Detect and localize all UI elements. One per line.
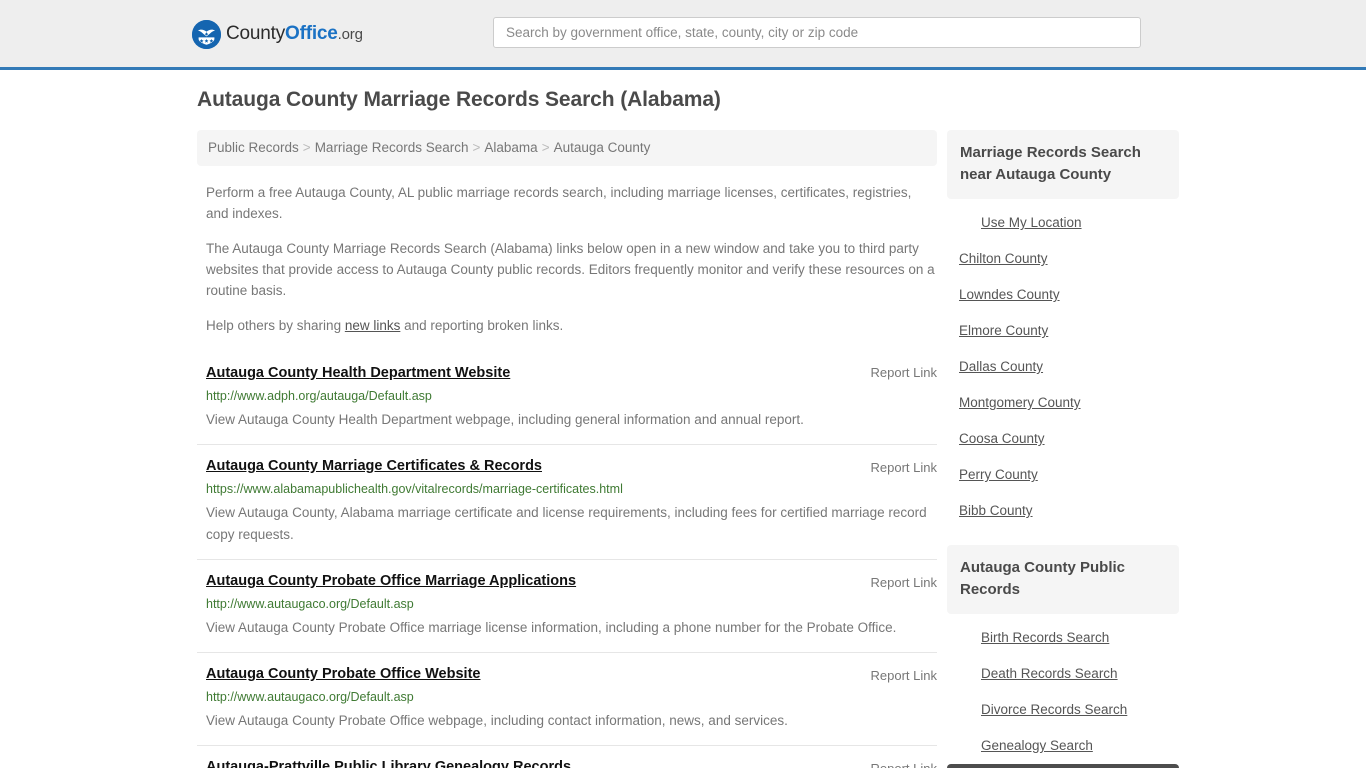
report-link-button[interactable]: Report Link [871,459,937,477]
sidebar-nearby-list: Use My Location Chilton County Lowndes C… [947,199,1179,529]
breadcrumb-item-alabama[interactable]: Alabama [484,140,537,155]
list-item: Elmore County [947,313,1179,349]
breadcrumb-item-autauga-county[interactable]: Autauga County [554,140,651,155]
breadcrumb-item-marriage-records-search[interactable]: Marriage Records Search [315,140,469,155]
result-title-link[interactable]: Autauga-Prattville Public Library Geneal… [206,758,571,768]
result-title-link[interactable]: Autauga County Marriage Certificates & R… [206,457,542,476]
result-description: View Autauga County, Alabama marriage ce… [206,505,927,542]
sidebar-item-birth-records-search[interactable]: Birth Records Search [947,620,1179,656]
result-description: View Autauga County Health Department we… [206,412,804,427]
page-body: Autauga County Marriage Records Search (… [0,70,1366,768]
list-item: Divorce Records Search [947,692,1179,728]
logo-text-org: .org [337,26,363,43]
sidebar-item-use-my-location[interactable]: Use My Location [947,205,1179,241]
sidebar-box-nearby: Marriage Records Search near Autauga Cou… [947,130,1179,529]
sidebar-heading-public-records: Autauga County Public Records [947,545,1179,614]
site-logo[interactable]: CountyOffice.org [192,19,363,49]
page-title: Autauga County Marriage Records Search (… [197,88,721,111]
sidebar-item-montgomery-county[interactable]: Montgomery County [947,385,1179,421]
sidebar-box-public-records: Autauga County Public Records Birth Reco… [947,545,1179,768]
list-item: Dallas County [947,349,1179,385]
sidebar-item-chilton-county[interactable]: Chilton County [947,241,1179,277]
sidebar-item-genealogy-search[interactable]: Genealogy Search [947,728,1179,764]
list-item: Use My Location [947,205,1179,241]
list-item: Birth Records Search [947,620,1179,656]
header-inner: CountyOffice.org [0,0,1366,67]
intro-p3-before: Help others by sharing [206,318,345,333]
result-item: Autauga-Prattville Public Library Geneal… [197,745,937,768]
sidebar-heading-nearby: Marriage Records Search near Autauga Cou… [947,130,1179,199]
logo-text-county: County [226,23,286,44]
report-link-button[interactable]: Report Link [871,364,937,382]
sidebar-item-dallas-county[interactable]: Dallas County [947,349,1179,385]
result-item: Autauga County Probate Office Marriage A… [197,559,937,652]
new-links-link[interactable]: new links [345,318,401,333]
result-title-link[interactable]: Autauga County Probate Office Website [206,665,480,684]
logo-text-office: Office [285,23,338,44]
result-url: http://www.adph.org/autauga/Default.asp [206,389,432,403]
report-link-button[interactable]: Report Link [871,574,937,592]
site-header: CountyOffice.org [0,0,1366,70]
list-item: Death Records Search [947,656,1179,692]
list-item: Lowndes County [947,277,1179,313]
list-item: Genealogy Search [947,728,1179,764]
intro-paragraph-2: The Autauga County Marriage Records Sear… [206,241,935,298]
sidebar-item-coosa-county[interactable]: Coosa County [947,421,1179,457]
sidebar-item-death-records-search[interactable]: Death Records Search [947,656,1179,692]
sidebar-item-marriage-records-search[interactable]: Marriage Records Search [947,764,1179,768]
eagle-shield-icon [192,19,221,49]
breadcrumb-separator: > [541,140,550,155]
result-url: http://www.autaugaco.org/Default.asp [206,690,414,704]
report-link-button[interactable]: Report Link [871,760,937,768]
list-item: Chilton County [947,241,1179,277]
result-title-link[interactable]: Autauga County Probate Office Marriage A… [206,572,576,591]
result-item: Autauga County Health Department Website… [197,350,937,444]
sidebar-public-records-list: Birth Records Search Death Records Searc… [947,614,1179,768]
results-list: Autauga County Health Department Website… [197,350,937,768]
list-item: Montgomery County [947,385,1179,421]
search-bar [493,17,1141,48]
sidebar-item-perry-county[interactable]: Perry County [947,457,1179,493]
search-input[interactable] [493,17,1141,48]
list-item: Coosa County [947,421,1179,457]
result-item: Autauga County Marriage Certificates & R… [197,444,937,559]
intro-paragraph-1: Perform a free Autauga County, AL public… [206,185,912,221]
result-title-link[interactable]: Autauga County Health Department Website [206,364,510,383]
sidebar-item-bibb-county[interactable]: Bibb County [947,493,1179,529]
intro-paragraph-3: Help others by sharing new links and rep… [197,301,937,336]
result-item: Autauga County Probate Office Website Re… [197,652,937,745]
site-logo-text: CountyOffice.org [226,24,363,44]
result-description: View Autauga County Probate Office marri… [206,620,897,635]
sidebar-item-elmore-county[interactable]: Elmore County [947,313,1179,349]
report-link-button[interactable]: Report Link [871,667,937,685]
content-container: Autauga County Marriage Records Search (… [188,70,1179,768]
list-item: Bibb County [947,493,1179,529]
sidebar: Marriage Records Search near Autauga Cou… [947,130,1179,768]
two-column-layout: Public Records > Marriage Records Search > A… [188,130,1179,768]
intro-p3-after: and reporting broken links. [400,318,564,333]
sidebar-item-lowndes-county[interactable]: Lowndes County [947,277,1179,313]
intro-text: Perform a free Autauga County, AL public… [197,166,937,336]
breadcrumb-separator: > [302,140,311,155]
breadcrumb-item-public-records[interactable]: Public Records [208,140,299,155]
sidebar-item-divorce-records-search[interactable]: Divorce Records Search [947,692,1179,728]
list-item: Marriage Records Search [947,764,1179,768]
breadcrumb: Public Records > Marriage Records Search > A… [197,130,937,166]
list-item: Perry County [947,457,1179,493]
result-description: View Autauga County Probate Office webpa… [206,713,788,728]
result-url: http://www.autaugaco.org/Default.asp [206,597,414,611]
breadcrumb-separator: > [472,140,481,155]
result-url: https://www.alabamapublichealth.gov/vita… [206,482,623,496]
main-column: Public Records > Marriage Records Search > A… [197,130,937,768]
